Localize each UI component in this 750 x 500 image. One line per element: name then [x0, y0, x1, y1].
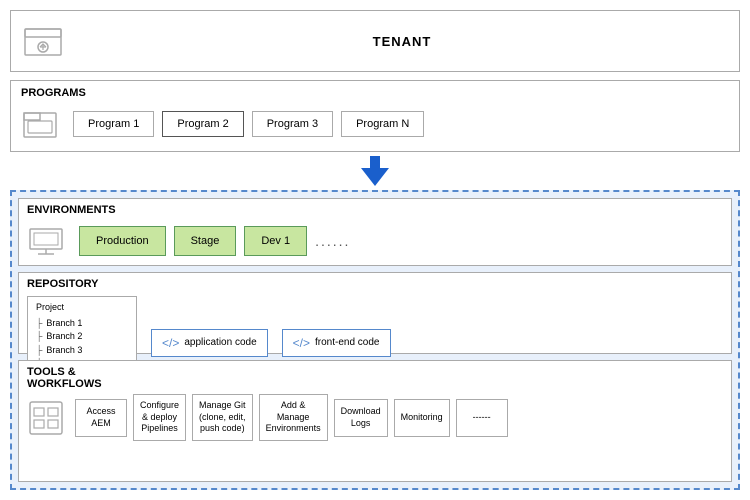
program-box-3[interactable]: Program 3 [252, 111, 333, 137]
code-icon-app: </> [162, 336, 179, 350]
env-dots: ...... [315, 233, 350, 249]
tool-box-more: ------ [456, 399, 508, 437]
env-box-dev1[interactable]: Dev 1 [244, 226, 307, 256]
repository-title: REPOSITORY [27, 278, 723, 290]
project-label: Project [36, 301, 128, 315]
tool-box-manage-git[interactable]: Manage Git(clone, edit,push code) [192, 394, 253, 441]
env-box-stage[interactable]: Stage [174, 226, 237, 256]
dashed-outer-box: ENVIRONMENTS Production Stage Dev 1 ....… [10, 190, 740, 490]
tool-box-monitoring[interactable]: Monitoring [394, 399, 450, 437]
programs-icon [21, 105, 59, 143]
code-box-frontend[interactable]: </> front-end code [282, 329, 391, 357]
code-box-app[interactable]: </> application code [151, 329, 268, 357]
arrow-container [10, 160, 740, 182]
tenant-label: TENANT [75, 34, 729, 49]
program-box-n[interactable]: Program N [341, 111, 424, 137]
repository-section: REPOSITORY Project ├├├├└ Branch 1Branch … [18, 272, 732, 354]
programs-row: Program 1 Program 2 Program 3 Program N [21, 105, 729, 143]
tool-box-configure-pipelines[interactable]: Configure& deployPipelines [133, 394, 186, 441]
programs-section: PROGRAMS Program 1 Program 2 Program 3 P… [10, 80, 740, 152]
environments-row: Production Stage Dev 1 ...... [27, 222, 723, 260]
down-arrow [361, 156, 389, 186]
code-icon-frontend: </> [293, 336, 310, 350]
code-label-frontend: front-end code [315, 337, 380, 348]
tool-box-access-aem[interactable]: AccessAEM [75, 399, 127, 437]
env-box-production[interactable]: Production [79, 226, 166, 256]
tools-icon [27, 399, 65, 437]
environments-section: ENVIRONMENTS Production Stage Dev 1 ....… [18, 198, 732, 266]
code-label-app: application code [184, 337, 256, 348]
program-box-2[interactable]: Program 2 [162, 111, 243, 137]
tool-box-manage-environments[interactable]: Add &ManageEnvironments [259, 394, 328, 441]
environments-title: ENVIRONMENTS [27, 204, 723, 216]
env-icon [27, 222, 65, 260]
tools-title: TOOLS &WORKFLOWS [27, 366, 723, 390]
tools-row: AccessAEM Configure& deployPipelines Man… [27, 394, 723, 441]
page-container: TENANT PROGRAMS Program 1 Program 2 Prog… [0, 0, 750, 500]
tenant-section: TENANT [10, 10, 740, 72]
program-box-1[interactable]: Program 1 [73, 111, 154, 137]
tool-box-download-logs[interactable]: DownloadLogs [334, 399, 388, 437]
tools-section: TOOLS &WORKFLOWS AccessAEM Configure& de… [18, 360, 732, 482]
programs-title: PROGRAMS [21, 87, 729, 99]
tenant-icon [21, 19, 65, 63]
